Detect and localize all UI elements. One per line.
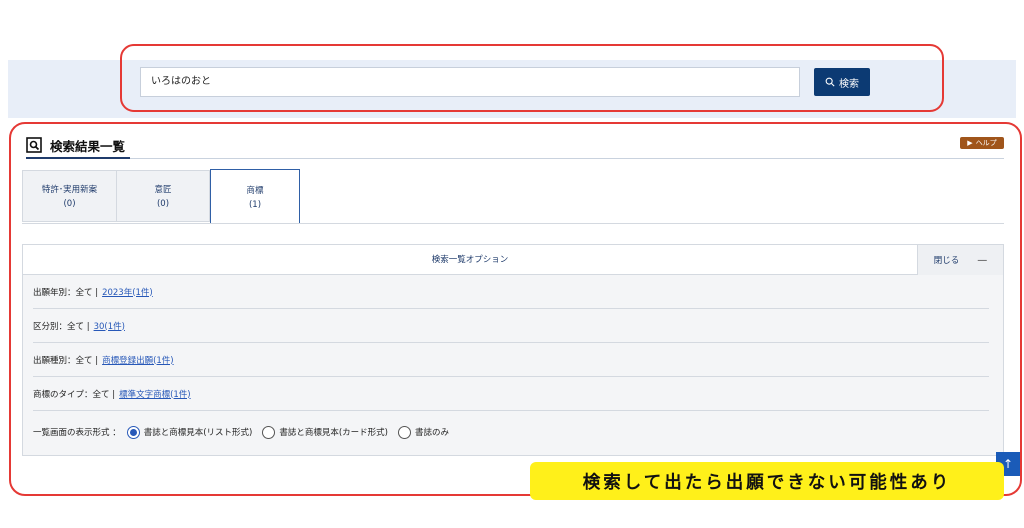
radio-label: 書誌と商標見本(リスト形式) xyxy=(143,428,253,438)
arrow-up-icon: ↑ xyxy=(1002,457,1014,471)
radio-option-card[interactable]: 書誌と商標見本(カード形式) xyxy=(262,425,388,439)
filter-row-trademark-type: 商標のタイプ：全て | 標準文字商標(1件) xyxy=(33,377,989,411)
tab-divider xyxy=(22,223,1004,224)
radio-button[interactable] xyxy=(397,425,411,439)
tab-label: 商標 xyxy=(246,185,264,196)
tab-trademark[interactable]: 商標 (1) xyxy=(210,169,300,223)
search-button[interactable]: 検索 xyxy=(814,68,870,96)
search-results-icon xyxy=(26,137,42,153)
tab-design[interactable]: 意匠 (0) xyxy=(116,170,210,222)
filter-link-class[interactable]: 30(1件) xyxy=(94,320,125,332)
tab-count: (0) xyxy=(156,199,170,209)
page: いろはのおと 検索 検索結果一覧 ▶ ヘルプ 特許･実用新案 (0) 意匠 (0… xyxy=(0,0,1024,528)
filter-link-application-type[interactable]: 商標登録出願(1件) xyxy=(102,354,174,366)
play-icon: ▶ xyxy=(967,139,973,147)
tab-bar: 特許･実用新案 (0) 意匠 (0) 商標 (1) xyxy=(22,169,300,224)
search-icon xyxy=(825,77,835,87)
help-label: ヘルプ xyxy=(975,139,997,147)
annotation-note: 検索して出たら出願できない可能性あり xyxy=(530,462,1004,500)
collapse-icon: — xyxy=(977,254,988,266)
filter-row-application-type: 出願種別：全て | 商標登録出願(1件) xyxy=(33,343,989,377)
tab-count: (0) xyxy=(63,199,76,209)
display-format-row: 一覧画面の表示形式 ： 書誌と商標見本(リスト形式) 書誌と商標見本(カード形式… xyxy=(33,417,989,447)
results-header: 検索結果一覧 xyxy=(26,132,125,158)
options-panel: 検索一覧オプション 閉じる — 出願年別：全て | 2023年(1件) 区分別：… xyxy=(22,244,1004,456)
title-underline xyxy=(26,157,130,159)
radio-label: 書誌のみ xyxy=(414,428,449,438)
search-input[interactable]: いろはのおと xyxy=(140,67,800,97)
help-button[interactable]: ▶ ヘルプ xyxy=(960,137,1004,149)
tab-count: (1) xyxy=(248,199,262,210)
tab-patent[interactable]: 特許･実用新案 (0) xyxy=(22,170,116,222)
filter-label: 区分別：全て | xyxy=(33,321,90,332)
filter-row-year: 出願年別：全て | 2023年(1件) xyxy=(33,275,989,309)
filter-link-trademark-type[interactable]: 標準文字商標(1件) xyxy=(119,388,191,400)
tab-label: 特許･実用新案 xyxy=(41,185,98,195)
tab-label: 意匠 xyxy=(154,185,172,195)
radio-button[interactable] xyxy=(126,425,140,439)
options-close-button[interactable]: 閉じる — xyxy=(917,245,1003,275)
search-button-label: 検索 xyxy=(839,78,859,90)
filter-label: 出願種別：全て | xyxy=(33,355,99,366)
filter-link-year[interactable]: 2023年(1件) xyxy=(102,286,153,298)
display-format-label: 一覧画面の表示形式 ： xyxy=(33,428,121,438)
radio-button[interactable] xyxy=(262,425,276,439)
radio-option-bibliography[interactable]: 書誌のみ xyxy=(397,425,449,439)
page-title: 検索結果一覧 xyxy=(50,138,126,154)
filter-label: 商標のタイプ：全て | xyxy=(33,389,116,400)
options-header: 検索一覧オプション 閉じる — xyxy=(23,245,1003,275)
filter-label: 出願年別：全て | xyxy=(33,287,99,298)
radio-option-list[interactable]: 書誌と商標見本(リスト形式) xyxy=(126,425,253,439)
options-title: 検索一覧オプション xyxy=(431,255,509,265)
close-label: 閉じる xyxy=(933,256,960,266)
title-divider xyxy=(130,158,1004,159)
radio-label: 書誌と商標見本(カード形式) xyxy=(279,428,388,438)
filter-row-class: 区分別：全て | 30(1件) xyxy=(33,309,989,343)
